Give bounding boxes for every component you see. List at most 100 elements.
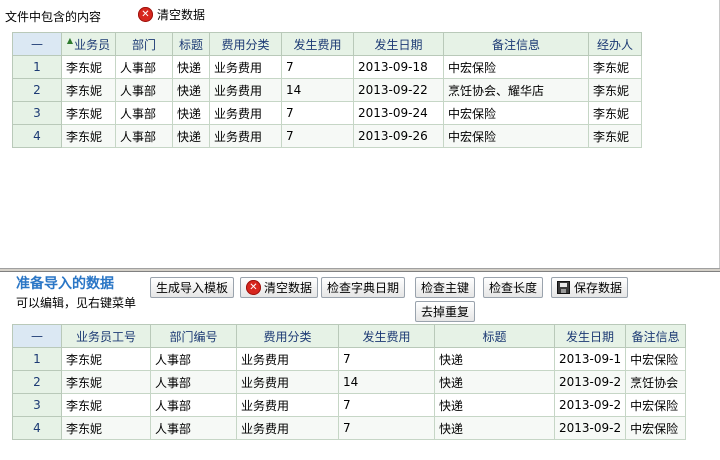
table-cell[interactable]: 快递 <box>434 370 555 394</box>
table-cell[interactable]: 李东妮 <box>588 78 642 102</box>
table-cell[interactable]: 业务费用 <box>236 393 339 417</box>
table-cell[interactable]: 快递 <box>434 416 555 440</box>
table-cell[interactable]: 快递 <box>172 55 210 79</box>
row-number[interactable]: 2 <box>12 78 62 102</box>
select-all-corner[interactable]: — <box>12 32 62 56</box>
column-header[interactable]: 发生日期 <box>353 32 444 56</box>
table-cell[interactable]: 2013-09-18 <box>353 55 444 79</box>
check-key-button[interactable]: 检查主键 <box>415 277 476 298</box>
table-cell[interactable]: 2013-09-2 <box>553 416 627 440</box>
table-cell[interactable]: 业务费用 <box>236 416 339 440</box>
column-header[interactable]: 标题 <box>172 32 210 56</box>
column-header[interactable]: 发生费用 <box>338 324 435 348</box>
clear-import-data-button[interactable]: ✕ 清空数据 <box>240 277 319 298</box>
column-header[interactable]: 经办人 <box>588 32 642 56</box>
row-number[interactable]: 2 <box>12 370 62 394</box>
table-cell[interactable]: 李东妮 <box>61 347 151 371</box>
table-cell[interactable]: 人事部 <box>150 393 237 417</box>
column-header[interactable]: 标题 <box>434 324 555 348</box>
column-header[interactable]: ▲业务员 <box>61 32 116 56</box>
table-cell[interactable]: 烹饪协会、耀华店 <box>443 78 589 102</box>
table-cell[interactable]: 业务费用 <box>209 124 282 148</box>
table-cell[interactable]: 李东妮 <box>61 393 151 417</box>
table-cell[interactable]: 中宏保险 <box>443 55 589 79</box>
table-cell[interactable]: 7 <box>338 393 435 417</box>
table-cell[interactable]: 业务费用 <box>209 101 282 125</box>
table-cell[interactable]: 李东妮 <box>61 124 116 148</box>
table-row[interactable]: 3 李东妮 人事部 快递 业务费用 7 2013-09-24 中宏保险 李东妮 <box>12 101 642 125</box>
table-cell[interactable]: 中宏保险 <box>625 393 687 417</box>
table-cell[interactable]: 人事部 <box>150 416 237 440</box>
table-cell[interactable]: 李东妮 <box>61 78 116 102</box>
table-cell[interactable]: 快递 <box>434 347 555 371</box>
table-cell[interactable]: 快递 <box>172 78 210 102</box>
table-cell[interactable]: 人事部 <box>150 347 237 371</box>
table-cell[interactable]: 人事部 <box>115 55 173 79</box>
table-cell[interactable]: 李东妮 <box>61 370 151 394</box>
row-number[interactable]: 3 <box>12 393 62 417</box>
table-cell[interactable]: 7 <box>281 55 354 79</box>
table-cell[interactable]: 中宏保险 <box>625 347 687 371</box>
table-cell[interactable]: 中宏保险 <box>443 101 589 125</box>
table-cell[interactable]: 业务费用 <box>236 370 339 394</box>
table-row[interactable]: 1 李东妮 人事部 快递 业务费用 7 2013-09-18 中宏保险 李东妮 <box>12 55 642 79</box>
table-cell[interactable]: 李东妮 <box>588 101 642 125</box>
clear-file-data-button[interactable]: ✕ 清空数据 <box>138 6 205 23</box>
table-cell[interactable]: 7 <box>281 124 354 148</box>
remove-duplicates-button[interactable]: 去掉重复 <box>415 301 476 322</box>
table-row[interactable]: 2 李东妮 人事部 业务费用 14 快递 2013-09-2 烹饪协会 <box>12 370 687 394</box>
table-cell[interactable]: 中宏保险 <box>625 416 687 440</box>
column-header[interactable]: 费用分类 <box>236 324 339 348</box>
table-cell[interactable]: 2013-09-1 <box>553 347 627 371</box>
row-number[interactable]: 1 <box>12 347 62 371</box>
column-header[interactable]: 费用分类 <box>209 32 282 56</box>
table-cell[interactable]: 7 <box>338 347 435 371</box>
column-header[interactable]: 部门 <box>115 32 173 56</box>
table-cell[interactable]: 李东妮 <box>61 55 116 79</box>
table-cell[interactable]: 人事部 <box>150 370 237 394</box>
table-cell[interactable]: 2013-09-2 <box>553 393 627 417</box>
table-row[interactable]: 1 李东妮 人事部 业务费用 7 快递 2013-09-1 中宏保险 <box>12 347 687 371</box>
row-number[interactable]: 4 <box>12 124 62 148</box>
table-cell[interactable]: 快递 <box>172 124 210 148</box>
table-row[interactable]: 4 李东妮 人事部 快递 业务费用 7 2013-09-26 中宏保险 李东妮 <box>12 124 642 148</box>
table-cell[interactable]: 快递 <box>172 101 210 125</box>
column-header[interactable]: 发生费用 <box>281 32 354 56</box>
table-cell[interactable]: 7 <box>281 101 354 125</box>
row-number[interactable]: 3 <box>12 101 62 125</box>
table-cell[interactable]: 李东妮 <box>61 416 151 440</box>
table-cell[interactable]: 2013-09-22 <box>353 78 444 102</box>
table-cell[interactable]: 李东妮 <box>588 124 642 148</box>
table-cell[interactable]: 烹饪协会 <box>625 370 687 394</box>
table-cell[interactable]: 李东妮 <box>588 55 642 79</box>
column-header[interactable]: 备注信息 <box>625 324 687 348</box>
table-cell[interactable]: 14 <box>281 78 354 102</box>
row-number[interactable]: 1 <box>12 55 62 79</box>
column-header[interactable]: 部门编号 <box>150 324 237 348</box>
table-cell[interactable]: 14 <box>338 370 435 394</box>
table-cell[interactable]: 业务费用 <box>209 78 282 102</box>
table-cell[interactable]: 人事部 <box>115 101 173 125</box>
check-length-button[interactable]: 检查长度 <box>483 277 544 298</box>
table-cell[interactable]: 快递 <box>434 393 555 417</box>
check-dict-date-button[interactable]: 检查字典日期 <box>321 277 406 298</box>
table-cell[interactable]: 业务费用 <box>236 347 339 371</box>
table-cell[interactable]: 7 <box>338 416 435 440</box>
table-cell[interactable]: 2013-09-2 <box>553 370 627 394</box>
column-header[interactable]: 业务员工号 <box>61 324 151 348</box>
select-all-corner[interactable]: — <box>12 324 62 348</box>
table-row[interactable]: 2 李东妮 人事部 快递 业务费用 14 2013-09-22 烹饪协会、耀华店… <box>12 78 642 102</box>
table-cell[interactable]: 2013-09-26 <box>353 124 444 148</box>
column-header[interactable]: 发生日期 <box>553 324 627 348</box>
save-data-button[interactable]: 保存数据 <box>551 277 629 298</box>
generate-template-button[interactable]: 生成导入模板 <box>150 277 235 298</box>
table-cell[interactable]: 人事部 <box>115 124 173 148</box>
table-cell[interactable]: 业务费用 <box>209 55 282 79</box>
table-cell[interactable]: 李东妮 <box>61 101 116 125</box>
column-header[interactable]: 备注信息 <box>443 32 589 56</box>
table-cell[interactable]: 人事部 <box>115 78 173 102</box>
table-row[interactable]: 3 李东妮 人事部 业务费用 7 快递 2013-09-2 中宏保险 <box>12 393 687 417</box>
row-number[interactable]: 4 <box>12 416 62 440</box>
table-cell[interactable]: 2013-09-24 <box>353 101 444 125</box>
table-row[interactable]: 4 李东妮 人事部 业务费用 7 快递 2013-09-2 中宏保险 <box>12 416 687 440</box>
